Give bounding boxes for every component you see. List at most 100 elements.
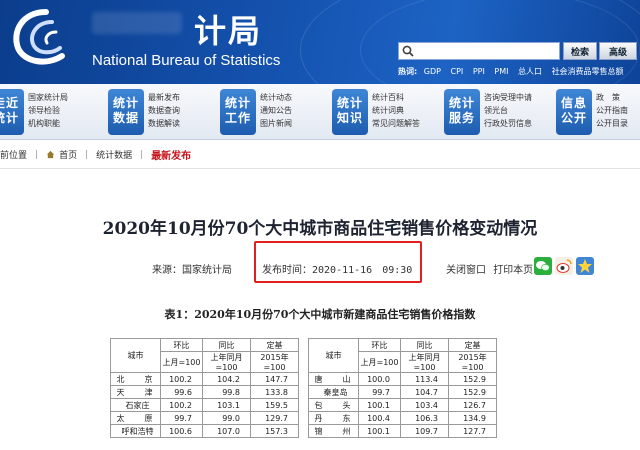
breadcrumb-separator: | bbox=[140, 149, 144, 160]
nav-tile-service[interactable]: 统计服务 bbox=[444, 89, 480, 135]
base-header: 定基 bbox=[448, 338, 497, 352]
nav-links-disclosure: 政 策 公开指南 公开目录 bbox=[596, 91, 628, 130]
yoy-subheader: 上年同月=100 bbox=[400, 351, 449, 373]
nav-tile-work[interactable]: 统计工作 bbox=[220, 89, 256, 135]
nav-link[interactable]: 国家统计局 bbox=[28, 91, 68, 104]
favorite-star-icon[interactable] bbox=[576, 257, 594, 275]
table-caption: 表1：2020年10月份70个大中城市新建商品住宅销售价格指数 bbox=[164, 308, 476, 321]
city-header: 城市 bbox=[308, 338, 359, 373]
base-cell: 129.7 bbox=[250, 411, 299, 425]
mom-cell: 99.7 bbox=[160, 411, 203, 425]
article-meta: 来源：国家统计局 发布时间：2020-11-16 09:30 关闭窗口 打印本页 bbox=[0, 256, 640, 280]
hotword-link[interactable]: CPI bbox=[450, 67, 463, 76]
article-source: 来源：国家统计局 bbox=[152, 265, 232, 276]
breadcrumb-current: 最新发布 bbox=[151, 151, 192, 162]
mom-header: 环比 bbox=[358, 338, 401, 352]
nav-link[interactable]: 统计百科 bbox=[372, 91, 420, 104]
hotwords-label: 热词: bbox=[398, 67, 418, 76]
price-index-table: 城市 环比 同比 定基 城市 环比 同比 定基 上月=100 上年同月=100 … bbox=[110, 338, 497, 438]
site-title-cn: 计局 bbox=[194, 12, 263, 50]
publish-time: 发布时间：2020-11-16 09:30 bbox=[262, 265, 413, 276]
nav-link[interactable]: 机构职能 bbox=[28, 117, 68, 130]
search-input[interactable] bbox=[417, 44, 557, 58]
nav-link[interactable]: 公开目录 bbox=[596, 117, 628, 130]
city-cell: 包 头 bbox=[308, 398, 359, 412]
nav-link[interactable]: 数据查询 bbox=[148, 104, 180, 117]
blurred-title-region bbox=[92, 12, 182, 34]
nav-tile-about[interactable]: 走近统计 bbox=[0, 89, 24, 135]
yoy-cell: 99.8 bbox=[202, 385, 251, 399]
nav-link[interactable]: 行政处罚信息 bbox=[484, 117, 532, 130]
nav-link[interactable]: 领光台 bbox=[484, 104, 532, 117]
nav-link[interactable]: 通知公告 bbox=[260, 104, 292, 117]
mom-cell: 99.6 bbox=[160, 385, 203, 399]
nav-link[interactable]: 领导检验 bbox=[28, 104, 68, 117]
city-cell: 呼和浩特 bbox=[110, 424, 161, 438]
close-window-link[interactable]: 关闭窗口 bbox=[446, 265, 486, 276]
advanced-search-button[interactable]: 高级 bbox=[599, 42, 637, 60]
nav-links-about: 国家统计局 领导检验 机构职能 bbox=[28, 91, 68, 130]
mom-subheader: 上月=100 bbox=[160, 351, 203, 373]
nav-tile-knowledge[interactable]: 统计知识 bbox=[332, 89, 368, 135]
base-cell: 127.7 bbox=[448, 424, 497, 438]
nbs-logo-icon[interactable] bbox=[6, 6, 80, 68]
hotword-link[interactable]: PPI bbox=[473, 67, 485, 76]
nav-link[interactable]: 数据解读 bbox=[148, 117, 180, 130]
yoy-cell: 107.0 bbox=[202, 424, 251, 438]
yoy-header: 同比 bbox=[400, 338, 449, 352]
yoy-cell: 99.0 bbox=[202, 411, 251, 425]
breadcrumb-stats-data[interactable]: 统计数据 bbox=[96, 148, 132, 161]
share-icons bbox=[534, 257, 594, 275]
nav-link[interactable]: 政 策 bbox=[596, 91, 628, 104]
yoy-cell: 103.4 bbox=[400, 398, 449, 412]
city-cell: 秦皇岛 bbox=[308, 385, 359, 399]
base-cell: 152.9 bbox=[448, 385, 497, 399]
nav-link[interactable]: 最新发布 bbox=[148, 91, 180, 104]
city-cell: 丹 东 bbox=[308, 411, 359, 425]
search-box bbox=[398, 42, 560, 60]
breadcrumb-separator: | bbox=[85, 149, 89, 160]
base-header: 定基 bbox=[250, 338, 299, 352]
base-cell: 157.3 bbox=[250, 424, 299, 438]
mom-subheader: 上月=100 bbox=[358, 351, 401, 373]
base-subheader: 2015年=100 bbox=[448, 351, 497, 373]
mom-cell: 100.1 bbox=[358, 398, 401, 412]
base-cell: 147.7 bbox=[250, 372, 299, 386]
base-subheader: 2015年=100 bbox=[250, 351, 299, 373]
site-title-en: National Bureau of Statistics bbox=[92, 52, 281, 69]
nav-link[interactable]: 统计动态 bbox=[260, 91, 292, 104]
hotword-link[interactable]: 总人口 bbox=[518, 67, 542, 76]
mom-cell: 99.7 bbox=[358, 385, 401, 399]
hotword-link[interactable]: PMI bbox=[494, 67, 508, 76]
mom-cell: 100.4 bbox=[358, 411, 401, 425]
city-cell: 北 京 bbox=[110, 372, 161, 386]
weibo-share-icon[interactable] bbox=[555, 257, 573, 275]
breadcrumb-separator: | bbox=[35, 149, 39, 160]
main-nav: 走近统计 国家统计局 领导检验 机构职能 统计数据 最新发布 数据查询 数据解读… bbox=[0, 84, 640, 140]
breadcrumb: 前位置 | 首页 | 统计数据 | 最新发布 bbox=[0, 141, 640, 169]
nav-links-knowledge: 统计百科 统计词典 常见问题解答 bbox=[372, 91, 420, 130]
nav-tile-data[interactable]: 统计数据 bbox=[108, 89, 144, 135]
hotword-link[interactable]: GDP bbox=[424, 67, 441, 76]
wechat-share-icon[interactable] bbox=[534, 257, 552, 275]
hotword-link[interactable]: 社会消费品零售总额 bbox=[552, 67, 624, 76]
nav-link[interactable]: 咨询受理中请 bbox=[484, 91, 532, 104]
city-cell: 唐 山 bbox=[308, 372, 359, 386]
nav-link[interactable]: 公开指南 bbox=[596, 104, 628, 117]
nav-tile-disclosure[interactable]: 信息公开 bbox=[556, 89, 592, 135]
base-cell: 133.8 bbox=[250, 385, 299, 399]
hotwords-bar: 热词: GDP CPI PPI PMI 总人口 社会消费品零售总额 bbox=[398, 66, 631, 77]
breadcrumb-home[interactable]: 首页 bbox=[59, 148, 77, 161]
breadcrumb-label: 前位置 bbox=[0, 151, 28, 161]
city-cell: 天 津 bbox=[110, 385, 161, 399]
home-icon bbox=[46, 150, 55, 159]
base-cell: 152.9 bbox=[448, 372, 497, 386]
nav-links-work: 统计动态 通知公告 图片新闻 bbox=[260, 91, 292, 130]
yoy-header: 同比 bbox=[202, 338, 251, 352]
mom-cell: 100.2 bbox=[160, 372, 203, 386]
search-button[interactable]: 检索 bbox=[563, 42, 597, 60]
print-page-link[interactable]: 打印本页 bbox=[493, 265, 533, 276]
nav-link[interactable]: 图片新闻 bbox=[260, 117, 292, 130]
nav-link[interactable]: 统计词典 bbox=[372, 104, 420, 117]
nav-link[interactable]: 常见问题解答 bbox=[372, 117, 420, 130]
